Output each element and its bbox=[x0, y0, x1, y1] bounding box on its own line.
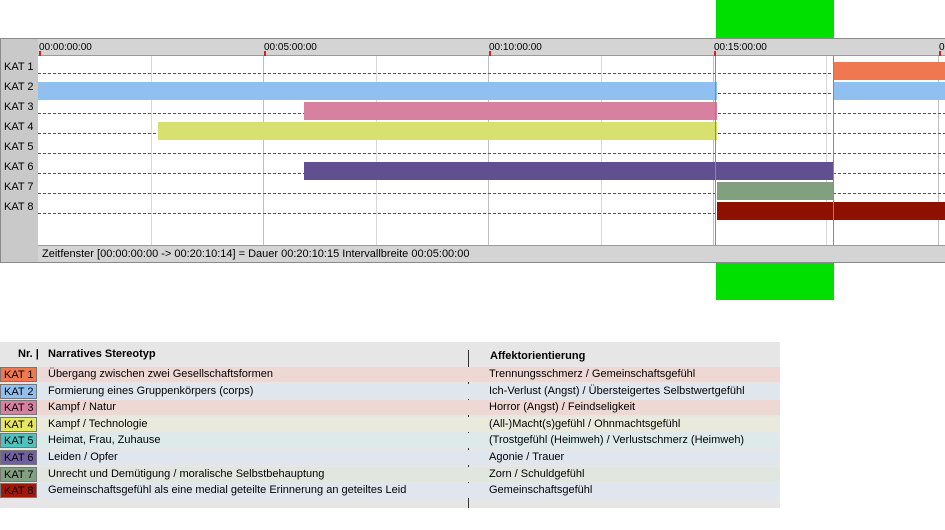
legend-stereotype: Kampf / Technologie bbox=[48, 417, 148, 430]
category-label: KAT 1 bbox=[4, 61, 34, 73]
legend-affekt: Horror (Angst) / Feindseligkeit bbox=[489, 401, 636, 414]
legend-affekt: (All-)Macht(s)gefühl / Ohnmachtsgefühl bbox=[489, 417, 681, 430]
legend-row: KAT 6 Leiden / Opfer Agonie / Trauer bbox=[0, 450, 780, 465]
category-label: KAT 5 bbox=[4, 141, 34, 153]
segment-bar-kat-3[interactable] bbox=[304, 102, 717, 120]
legend-kat-swatch: KAT 5 bbox=[0, 433, 37, 449]
legend-stereotype: Übergang zwischen zwei Gesellschaftsform… bbox=[48, 368, 273, 380]
time-ruler[interactable]: 00:00:00:00 00:05:00:00 00:10:00:00 00:15:0… bbox=[38, 39, 945, 56]
category-label: KAT 8 bbox=[4, 201, 34, 213]
selection-boundary[interactable] bbox=[833, 56, 834, 245]
category-label: KAT 3 bbox=[4, 101, 34, 113]
legend-kat-swatch: KAT 8 bbox=[0, 483, 37, 499]
segment-bar-kat-8[interactable] bbox=[717, 202, 945, 220]
segment-bar-kat-6[interactable] bbox=[304, 162, 833, 180]
tick-label: 00:10:00:00 bbox=[489, 42, 542, 53]
segment-bar-kat-7[interactable] bbox=[717, 182, 833, 200]
legend-stereotype: Heimat, Frau, Zuhause bbox=[48, 434, 161, 447]
legend-kat-swatch: KAT 6 bbox=[0, 450, 37, 465]
legend-row: KAT 2 Formierung eines Gruppenkörpers (co… bbox=[0, 383, 780, 399]
segment-bar-kat-2[interactable] bbox=[833, 82, 945, 100]
category-label: KAT 6 bbox=[4, 161, 34, 173]
selection-highlight-bottom[interactable] bbox=[716, 263, 834, 300]
selection-highlight-top[interactable] bbox=[716, 0, 834, 38]
legend-header-nr: Nr. | bbox=[18, 348, 39, 360]
legend-affekt: Trennungsschmerz / Gemeinschaftsgefühl bbox=[489, 368, 696, 380]
legend-kat-swatch: KAT 7 bbox=[0, 466, 37, 482]
timeline-plot[interactable] bbox=[38, 56, 945, 245]
segment-bar-kat-2[interactable] bbox=[38, 82, 717, 100]
selection-boundary[interactable] bbox=[715, 56, 716, 245]
segment-bar-kat-4[interactable] bbox=[158, 122, 717, 140]
category-label: KAT 7 bbox=[4, 181, 34, 193]
legend-affekt: Zorn / Schuldgefühl bbox=[489, 467, 585, 480]
legend-stereotype: Kampf / Natur bbox=[48, 401, 116, 414]
legend-stereotype: Leiden / Opfer bbox=[48, 451, 118, 463]
legend-kat-swatch: KAT 4 bbox=[0, 416, 37, 432]
status-bar: Zeitfenster [00:00:00:00 -> 00:20:10:14]… bbox=[38, 245, 945, 262]
tick-label: 00:05:00:00 bbox=[264, 42, 317, 53]
legend-kat-swatch: KAT 3 bbox=[0, 400, 37, 416]
row-separator bbox=[38, 73, 945, 74]
tick-label: 00:00:00:00 bbox=[39, 42, 92, 53]
legend-stereotype: Formierung eines Gruppenkörpers (corps) bbox=[48, 384, 254, 397]
legend-kat-swatch: KAT 2 bbox=[0, 383, 37, 399]
legend-header-stereotype: Narratives Stereotyp bbox=[48, 348, 156, 360]
legend-affekt: Gemeinschaftsgefühl bbox=[489, 484, 593, 497]
category-label-column: KAT 1 KAT 2 KAT 3 KAT 4 KAT 5 KAT 6 KAT 7 KAT 8 bbox=[1, 39, 38, 262]
legend-row: KAT 1 Übergang zwischen zwei Gesellschaft… bbox=[0, 367, 780, 382]
category-label: KAT 4 bbox=[4, 121, 34, 133]
legend-row: KAT 4 Kampf / Technologie (All-)Macht(s)ge… bbox=[0, 416, 780, 432]
legend-affekt: (Trostgefühl (Heimweh) / Verlustschmerz … bbox=[489, 434, 745, 447]
row-separator bbox=[38, 153, 945, 154]
legend-affekt: Agonie / Trauer bbox=[489, 451, 565, 463]
legend-row: KAT 7 Unrecht und Demütigung / moralische… bbox=[0, 466, 780, 482]
category-label: KAT 2 bbox=[4, 81, 34, 93]
timeline-panel: KAT 1 KAT 2 KAT 3 KAT 4 KAT 5 KAT 6 KAT 7 KAT 8… bbox=[0, 38, 945, 263]
legend-row: KAT 8 Gemeinschaftsgefühl als eine medial… bbox=[0, 483, 780, 499]
category-legend-table: Nr. | Narratives Stereotyp Affektorienti… bbox=[0, 342, 780, 508]
segment-bar-kat-1[interactable] bbox=[833, 62, 945, 80]
legend-affekt: Ich-Verlust (Angst) / Übersteigertes Sel… bbox=[489, 384, 745, 397]
legend-kat-swatch: KAT 1 bbox=[0, 367, 37, 382]
legend-header-affekt: Affektorientierung bbox=[490, 350, 586, 362]
legend-stereotype: Gemeinschaftsgefühl als eine medial gete… bbox=[48, 484, 407, 497]
legend-row: KAT 3 Kampf / Natur Horror (Angst) / Feind… bbox=[0, 400, 780, 416]
legend-stereotype: Unrecht und Demütigung / moralische Selb… bbox=[48, 467, 325, 480]
legend-row: KAT 5 Heimat, Frau, Zuhause (Trostgefühl (… bbox=[0, 433, 780, 449]
tick-label: 00:15:00:00 bbox=[714, 42, 767, 53]
